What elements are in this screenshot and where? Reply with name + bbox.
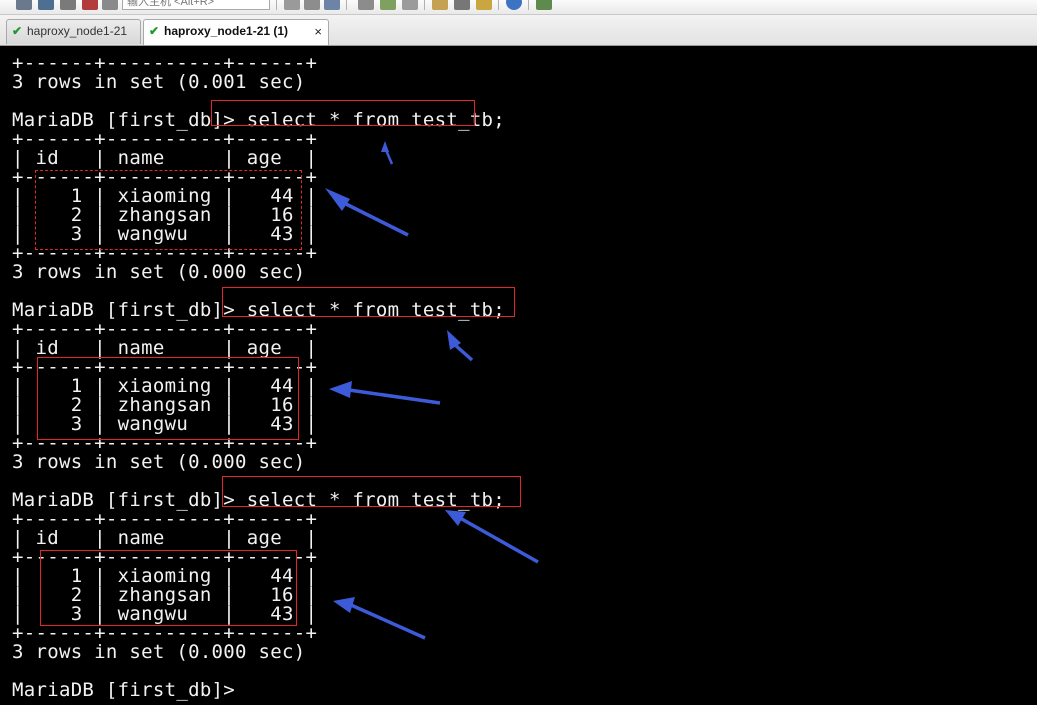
new-session-icon[interactable]: [16, 0, 32, 10]
result-summary-line: 3 rows in set (0.001 sec): [12, 71, 306, 93]
tab-haproxy-node1-21-1[interactable]: ✔ haproxy_node1-21 (1) ×: [143, 19, 329, 45]
toolbar-separator: [528, 0, 529, 10]
settings-icon[interactable]: [102, 0, 118, 10]
session-tab-bar: ✔ haproxy_node1-21 ✔ haproxy_node1-21 (1…: [0, 15, 1037, 46]
layout-icon[interactable]: [536, 0, 552, 10]
key-icon[interactable]: [476, 0, 492, 10]
toolbar-separator: [346, 0, 347, 10]
toolbar-separator: [424, 0, 425, 10]
result-rows-highlight-box: [40, 550, 297, 626]
query-highlight-box: [222, 287, 515, 317]
result-rows-highlight-box: [35, 170, 302, 250]
result-summary-line: 3 rows in set (0.000 sec): [12, 641, 306, 663]
tools-icon[interactable]: [454, 0, 470, 10]
query-highlight-box: [222, 476, 521, 507]
help-icon[interactable]: [506, 0, 522, 10]
connected-check-icon: ✔: [12, 24, 23, 38]
toolbar: 输入主机 <Alt+R>: [0, 0, 1037, 15]
print-preview-icon[interactable]: [402, 0, 418, 10]
tab-label: haproxy_node1-21 (1): [164, 24, 289, 38]
properties-icon[interactable]: [380, 0, 396, 10]
toolbar-separator: [498, 0, 499, 10]
reconnect-icon[interactable]: [38, 0, 54, 10]
prompt-line: MariaDB [first_db]>: [12, 679, 236, 701]
paste-icon[interactable]: [324, 0, 340, 10]
query-highlight-box: [211, 100, 475, 126]
print-icon[interactable]: [358, 0, 374, 10]
tab-label: haproxy_node1-21: [27, 24, 128, 38]
result-rows-highlight-box: [37, 357, 299, 440]
cut-icon[interactable]: [284, 0, 300, 10]
close-tab-icon[interactable]: ×: [314, 20, 322, 43]
edit-icon[interactable]: [432, 0, 448, 10]
toolbar-separator: [276, 0, 277, 10]
connected-check-icon: ✔: [149, 24, 160, 38]
result-summary-line: 3 rows in set (0.000 sec): [12, 261, 306, 283]
close-session-icon[interactable]: [82, 0, 98, 10]
disconnect-icon[interactable]: [60, 0, 76, 10]
tab-haproxy-node1-21[interactable]: ✔ haproxy_node1-21: [6, 19, 141, 44]
result-summary-line: 3 rows in set (0.000 sec): [12, 451, 306, 473]
host-input[interactable]: 输入主机 <Alt+R>: [122, 0, 270, 10]
copy-icon[interactable]: [304, 0, 320, 10]
